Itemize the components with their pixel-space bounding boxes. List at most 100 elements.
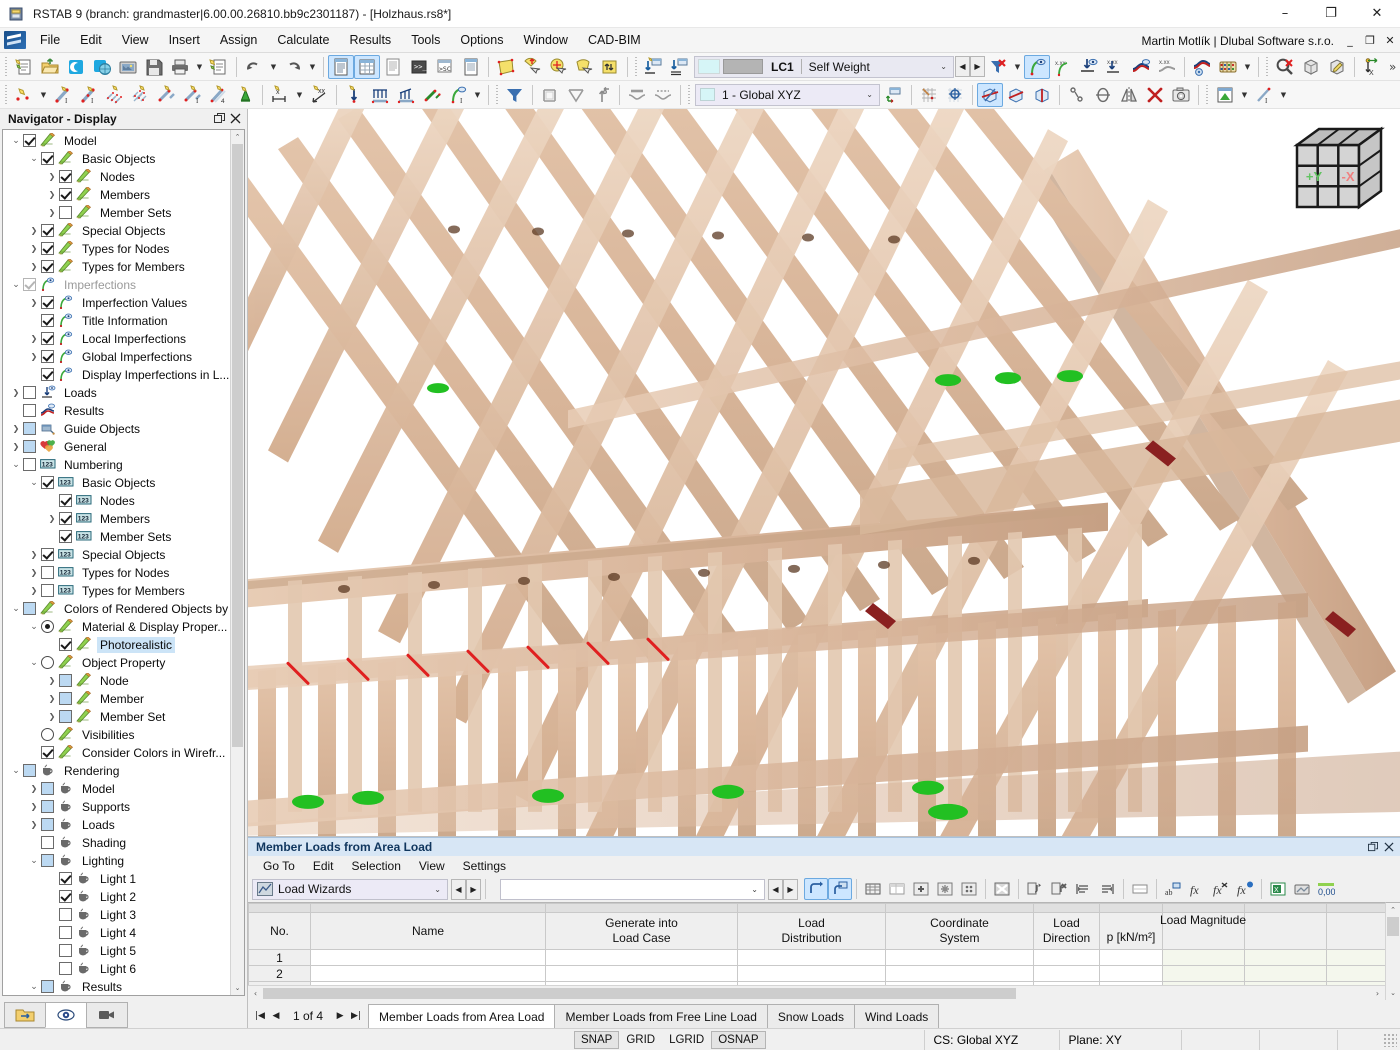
tree-item-visibilities[interactable]: Visibilities [3, 726, 230, 744]
navigator-scroll-thumb[interactable] [232, 143, 243, 747]
tree-checkbox[interactable] [23, 134, 36, 148]
tree-checkbox[interactable] [41, 476, 54, 490]
table-column-header[interactable]: Name [310, 912, 546, 950]
table-cell[interactable] [545, 949, 738, 966]
table-menu-edit[interactable]: Edit [304, 857, 343, 875]
tree-item-global-imperfections[interactable]: ❯ Global Imperfections [3, 348, 230, 366]
undo-dropdown-arrow[interactable]: ▼ [267, 55, 280, 79]
load-case-selector[interactable]: LC1 Self Weight ⌄ [694, 55, 954, 78]
nodal-load-icon[interactable] [341, 83, 367, 107]
modeling-toolbar-grip[interactable] [4, 84, 9, 105]
chevron-right-icon[interactable]: ❯ [27, 222, 41, 240]
tree-item-loads[interactable]: ❯ Loads [3, 816, 230, 834]
tree-item-light-4[interactable]: Light 4 [3, 924, 230, 942]
table-settings-icon[interactable] [957, 878, 981, 900]
table-column-header[interactable]: Generate into Load Case [545, 912, 738, 950]
tree-item-node[interactable]: ❯ Node [3, 672, 230, 690]
navigator-icon[interactable] [328, 54, 354, 79]
load-combination-icon[interactable] [667, 55, 693, 79]
chevron-right-icon[interactable]: ❯ [27, 816, 41, 834]
tables-icon[interactable] [354, 54, 380, 79]
tree-checkbox[interactable] [23, 764, 36, 778]
status-lgrid-button[interactable]: LGRID [662, 1031, 711, 1049]
tree-item-local-imperfections[interactable]: ❯ Local Imperfections [3, 330, 230, 348]
chevron-down-icon[interactable]: ⌄ [9, 276, 23, 294]
tree-checkbox[interactable] [59, 512, 72, 526]
formula-icon[interactable]: fx [1185, 878, 1209, 900]
tree-item-general[interactable]: ❯ General [3, 438, 230, 456]
tree-radio[interactable] [41, 656, 54, 670]
window-minimize-button[interactable]: – [1262, 0, 1308, 28]
tree-checkbox[interactable] [59, 206, 72, 220]
selection-info-icon[interactable] [597, 55, 623, 79]
chevron-down-icon[interactable]: ⌄ [27, 150, 41, 168]
tree-item-supports[interactable]: ❯ Supports [3, 798, 230, 816]
chevron-right-icon[interactable]: ❯ [27, 582, 41, 600]
menu-item-insert[interactable]: Insert [159, 29, 210, 51]
table-cell[interactable] [1033, 949, 1100, 966]
menu-item-window[interactable]: Window [513, 29, 577, 51]
tree-item-members[interactable]: ❯ Members [3, 186, 230, 204]
chevron-down-icon[interactable]: ⌄ [27, 978, 41, 995]
chevron-right-icon[interactable]: ❯ [27, 348, 41, 366]
new-model-icon[interactable] [11, 55, 37, 79]
tree-checkbox[interactable] [41, 296, 54, 310]
table-vertical-scrollbar[interactable]: ⌃ ⌄ [1385, 902, 1400, 1000]
chevron-right-icon[interactable]: ❯ [27, 798, 41, 816]
tree-checkbox[interactable] [59, 944, 72, 958]
tree-item-basic-objects[interactable]: ⌄ Basic Objects [3, 150, 230, 168]
menu-item-results[interactable]: Results [340, 29, 402, 51]
status-osnap-button[interactable]: OSNAP [711, 1030, 766, 1049]
chevron-down-icon[interactable]: ⌄ [9, 600, 23, 618]
tree-item-member-sets[interactable]: 123 Member Sets [3, 528, 230, 546]
chevron-right-icon[interactable]: ❯ [27, 564, 41, 582]
table-cell[interactable] [737, 965, 886, 982]
tree-checkbox[interactable] [23, 602, 36, 616]
tree-item-imperfections[interactable]: ⌄ Imperfections [3, 276, 230, 294]
chevron-down-icon[interactable]: ⌄ [9, 132, 23, 150]
load-case-next-button[interactable]: ▶ [970, 56, 985, 77]
chevron-right-icon[interactable]: ❯ [45, 204, 59, 222]
table-menu-go-to[interactable]: Go To [254, 857, 304, 875]
wizard-next-button[interactable]: ▶ [466, 878, 481, 900]
console-icon[interactable]: >>_ [406, 55, 432, 79]
redo-icon[interactable] [280, 55, 306, 79]
table-menu-view[interactable]: View [410, 857, 454, 875]
chevron-right-icon[interactable]: ❯ [45, 690, 59, 708]
table-undock-icon[interactable] [1365, 839, 1381, 855]
section-icon[interactable] [537, 83, 563, 107]
new-row-icon[interactable] [804, 878, 828, 900]
table-column-header[interactable]: Load Direction [1033, 912, 1100, 950]
menu-item-tools[interactable]: Tools [401, 29, 450, 51]
chevron-right-icon[interactable]: ❯ [27, 258, 41, 276]
import-icon[interactable] [1023, 878, 1047, 900]
chevron-right-icon[interactable]: ❯ [27, 330, 41, 348]
tree-checkbox[interactable] [41, 548, 54, 562]
tree-item-types-for-members[interactable]: ❯ Types for Members [3, 258, 230, 276]
mdi-minimize-button[interactable]: _ [1340, 31, 1360, 51]
chevron-down-icon[interactable]: ⌄ [27, 654, 41, 672]
chevron-right-icon[interactable]: ❯ [45, 168, 59, 186]
member-load-2-icon[interactable] [393, 83, 419, 107]
decimals-icon[interactable]: 0,00 [1314, 878, 1338, 900]
new-member-icon[interactable]: I [50, 83, 76, 107]
panel-icon[interactable] [458, 55, 484, 79]
dimension-xx-icon[interactable]: xx [306, 83, 332, 107]
merge-cells-icon[interactable] [1128, 878, 1152, 900]
excel-export-icon[interactable]: X [1266, 878, 1290, 900]
filter-delete-icon[interactable] [985, 55, 1011, 79]
eccentricity-icon[interactable] [589, 83, 615, 107]
table-cell[interactable] [310, 949, 546, 966]
chevron-right-icon[interactable]: ❯ [27, 546, 41, 564]
tree-checkbox[interactable] [23, 440, 36, 454]
tree-item-light-1[interactable]: Light 1 [3, 870, 230, 888]
dimension-dropdown-arrow[interactable]: ▼ [293, 83, 306, 107]
project-navigator-tab[interactable] [4, 1002, 46, 1028]
tree-item-lighting[interactable]: ⌄ Lighting [3, 852, 230, 870]
tree-checkbox[interactable] [23, 422, 36, 436]
tree-item-types-for-nodes[interactable]: ❯ Types for Nodes [3, 240, 230, 258]
3d-viewport[interactable]: +Y -X [248, 109, 1400, 837]
hscroll-track[interactable] [263, 986, 1370, 1000]
table-chart-icon[interactable] [1212, 83, 1238, 107]
table-cell[interactable] [1033, 965, 1100, 982]
